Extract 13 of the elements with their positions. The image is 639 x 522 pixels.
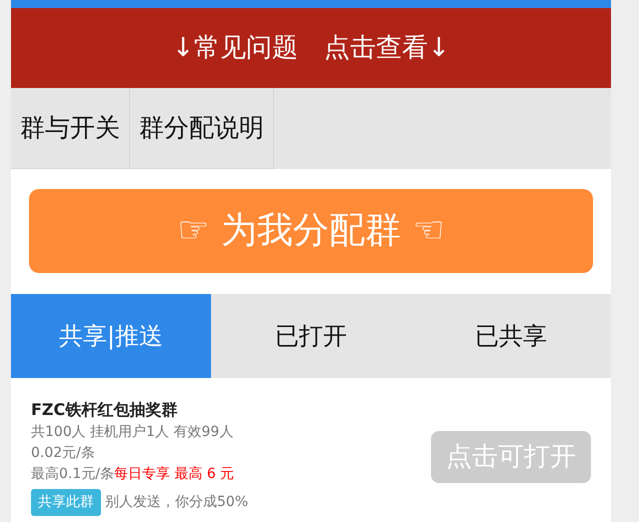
banner-link[interactable]: ↓常见问题 点击查看↓ xyxy=(172,28,450,68)
share-note: 别人发送，你分成50% xyxy=(105,493,248,512)
tab[interactable]: 已打开 xyxy=(211,294,411,378)
tab[interactable]: 共享|推送 xyxy=(11,294,211,378)
nav-tab[interactable]: 群分配说明 xyxy=(130,88,274,169)
group-name: FZC铁杆红包抽奖群 xyxy=(31,399,178,421)
nav-tab[interactable]: 群与开关 xyxy=(11,88,130,169)
promo-text: 每日专享 最高 6 元 xyxy=(114,465,234,484)
member-stats: 共100人 挂机用户1人 有效99人 xyxy=(31,423,234,442)
max-price-text: 最高0.1元/条 xyxy=(31,465,114,484)
tab[interactable]: 已共享 xyxy=(411,294,611,378)
faq-banner[interactable]: ↓常见问题 点击查看↓ xyxy=(11,8,611,88)
price-text: 0.02元/条 xyxy=(31,444,96,463)
